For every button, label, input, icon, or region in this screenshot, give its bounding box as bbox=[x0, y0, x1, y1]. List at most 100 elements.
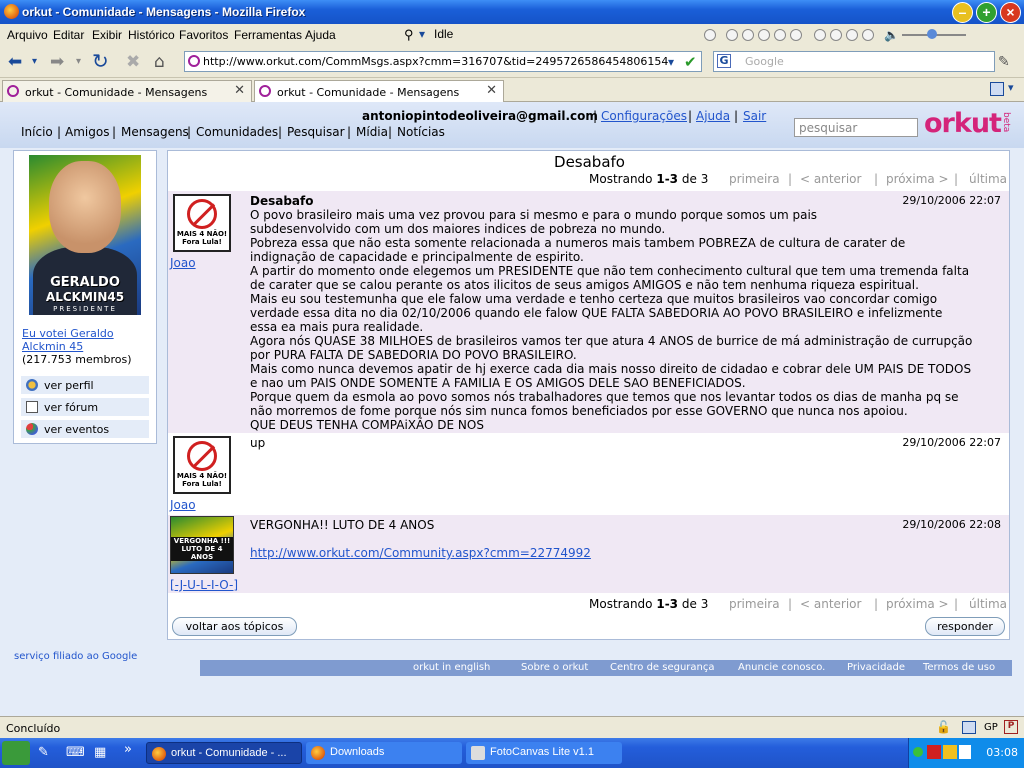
orkut-logo[interactable]: orkut bbox=[924, 108, 1002, 139]
ver-eventos-label: ver eventos bbox=[44, 423, 110, 436]
tab-2[interactable]: orkut - Comunidade - Mensagens ✕ bbox=[254, 80, 504, 102]
pager-of: de bbox=[681, 597, 697, 611]
footer-link-termos[interactable]: Termos de uso bbox=[923, 662, 995, 673]
footer-link-anuncie[interactable]: Anuncie conosco. bbox=[738, 662, 825, 673]
forward-icon[interactable]: ➡ bbox=[50, 52, 64, 72]
post-3-link[interactable]: http://www.orkut.com/Community.aspx?cmm=… bbox=[250, 546, 591, 560]
nav-amigos[interactable]: Amigos bbox=[65, 125, 109, 139]
post-1-avatar[interactable]: MAIS 4 NÃO! Fora Lula! bbox=[173, 194, 231, 252]
community-name-link[interactable]: Eu votei Geraldo Alckmin 45 bbox=[22, 327, 142, 353]
post-1-author[interactable]: Joao bbox=[170, 256, 196, 270]
tab-list-dropdown-icon[interactable]: ▾ bbox=[1008, 81, 1014, 94]
forward-dropdown-icon[interactable]: ▾ bbox=[76, 56, 81, 67]
media-down-icon[interactable] bbox=[862, 29, 874, 41]
nav-pesquisar[interactable]: Pesquisar bbox=[287, 125, 345, 139]
back-to-topics-button[interactable]: voltar aos tópicos bbox=[172, 617, 297, 636]
sair-link[interactable]: Sair bbox=[743, 109, 766, 123]
pager-separator: | bbox=[874, 597, 879, 611]
tray-icon[interactable] bbox=[959, 745, 971, 759]
taskbar-item-fotocanvas[interactable]: FotoCanvas Lite v1.1 bbox=[466, 742, 622, 764]
ver-perfil-button[interactable]: ver perfil bbox=[20, 375, 150, 395]
quicklaunch-icon[interactable]: ▦ bbox=[94, 745, 106, 760]
footer-link-english[interactable]: orkut in english bbox=[413, 662, 490, 673]
media-volume-icon[interactable] bbox=[814, 29, 826, 41]
reload-icon[interactable]: ↻ bbox=[92, 49, 109, 73]
quicklaunch-icon[interactable]: ✎ bbox=[38, 745, 49, 760]
nav-mensagens[interactable]: Mensagens bbox=[121, 125, 189, 139]
stop-icon[interactable]: ✖ bbox=[126, 52, 140, 72]
footer-link-sobre[interactable]: Sobre o orkut bbox=[521, 662, 588, 673]
tab-close-icon[interactable]: ✕ bbox=[234, 83, 245, 98]
footer-link-privacidade[interactable]: Privacidade bbox=[847, 662, 905, 673]
menu-arquivo[interactable]: Arquivo bbox=[7, 28, 48, 42]
user-email: antoniopintodeoliveira@gmail.com bbox=[362, 109, 598, 123]
reply-button[interactable]: responder bbox=[925, 617, 1005, 636]
url-text[interactable]: http://www.orkut.com/CommMsgs.aspx?cmm=3… bbox=[203, 55, 668, 68]
url-bar[interactable]: http://www.orkut.com/CommMsgs.aspx?cmm=3… bbox=[184, 51, 702, 72]
url-dropdown-icon[interactable]: ▾ bbox=[668, 55, 674, 69]
back-dropdown-icon[interactable]: ▾ bbox=[32, 56, 37, 67]
post-2-avatar[interactable]: MAIS 4 NÃO! Fora Lula! bbox=[173, 436, 231, 494]
speaker-icon[interactable]: 🔈 bbox=[884, 28, 899, 42]
taskbar-item-orkut[interactable]: orkut - Comunidade - ... bbox=[146, 742, 302, 764]
tab-list-icon[interactable] bbox=[990, 82, 1004, 96]
nav-noticias[interactable]: Notícias bbox=[397, 125, 445, 139]
addon-icon[interactable]: P bbox=[1004, 720, 1018, 734]
post-2-author[interactable]: Joao bbox=[170, 498, 196, 512]
post-3-avatar[interactable]: VERGONHA !!! LUTO DE 4 ANOS bbox=[170, 516, 234, 574]
media-up-icon[interactable] bbox=[846, 29, 858, 41]
home-icon[interactable]: ⌂ bbox=[154, 52, 165, 72]
search-bar[interactable]: G Google bbox=[713, 51, 995, 72]
pager-total: 3 bbox=[700, 172, 709, 186]
tab-1[interactable]: orkut - Comunidade - Mensagens ✕ bbox=[2, 80, 252, 102]
media-play-icon[interactable] bbox=[742, 29, 754, 41]
media-shuffle-icon[interactable] bbox=[830, 29, 842, 41]
menu-favoritos[interactable]: Favoritos bbox=[179, 28, 228, 42]
go-icon[interactable]: ✔ bbox=[684, 53, 697, 71]
tray-icon[interactable] bbox=[913, 747, 923, 757]
footer-link-seguranca[interactable]: Centro de segurança bbox=[610, 662, 715, 673]
media-pause-icon[interactable] bbox=[758, 29, 770, 41]
taskbar-item-downloads[interactable]: Downloads bbox=[306, 742, 462, 764]
media-prev-icon[interactable] bbox=[726, 29, 738, 41]
pager-range: 1-3 bbox=[656, 597, 679, 611]
menu-editar[interactable]: Editar bbox=[53, 28, 84, 42]
nav-inicio[interactable]: Início bbox=[21, 125, 53, 139]
media-stop-icon[interactable] bbox=[774, 29, 786, 41]
minimize-button[interactable]: – bbox=[952, 2, 973, 23]
ver-forum-button[interactable]: ver fórum bbox=[20, 397, 150, 417]
menu-ajuda[interactable]: Ajuda bbox=[305, 28, 336, 42]
avatar-text: VERGONHA !!! bbox=[171, 537, 233, 545]
post-3-author[interactable]: [-J-U-L-I-O-] bbox=[170, 578, 238, 592]
volume-slider-thumb[interactable] bbox=[927, 29, 937, 39]
search-go-icon[interactable]: ✎ bbox=[998, 54, 1010, 70]
tray-icon[interactable] bbox=[943, 745, 957, 759]
menu-ferramentas[interactable]: Ferramentas bbox=[234, 28, 302, 42]
quicklaunch-more-icon[interactable]: » bbox=[124, 742, 132, 757]
window-icon[interactable] bbox=[962, 721, 976, 734]
configuracoes-link[interactable]: Configurações bbox=[601, 109, 687, 123]
community-photo[interactable]: GERALDO ALCKMIN45 PRESIDENTE bbox=[29, 155, 141, 315]
ajuda-link[interactable]: Ajuda bbox=[696, 109, 730, 123]
media-player-icon[interactable] bbox=[704, 29, 716, 41]
post-line: por PURA FALTA DE SABEDORIA DO POVO BRAS… bbox=[250, 348, 577, 362]
nav-comunidades[interactable]: Comunidades bbox=[196, 125, 278, 139]
page-footer: serviço filiado ao Google orkut in engli… bbox=[0, 650, 1024, 680]
quicklaunch-icon[interactable]: ⌨ bbox=[66, 745, 85, 760]
menu-exibir[interactable]: Exibir bbox=[92, 28, 122, 42]
media-next-icon[interactable] bbox=[790, 29, 802, 41]
media-dropdown-icon[interactable]: ▾ bbox=[419, 27, 425, 41]
clock: 03:08 bbox=[986, 746, 1018, 759]
maximize-button[interactable]: + bbox=[976, 2, 997, 23]
tab-close-icon[interactable]: ✕ bbox=[486, 83, 497, 98]
start-button[interactable] bbox=[2, 741, 30, 765]
back-icon[interactable]: ⬅ bbox=[8, 52, 22, 72]
nav-midia[interactable]: Mídia bbox=[356, 125, 388, 139]
orkut-search-input[interactable]: pesquisar bbox=[794, 118, 918, 137]
tray-icon[interactable] bbox=[927, 745, 941, 759]
close-button[interactable]: × bbox=[1000, 2, 1021, 23]
menu-historico[interactable]: Histórico bbox=[128, 28, 175, 42]
ver-eventos-button[interactable]: ver eventos bbox=[20, 419, 150, 439]
google-engine-icon[interactable]: G bbox=[717, 54, 731, 68]
media-search-icon[interactable]: ⚲ bbox=[404, 27, 414, 43]
